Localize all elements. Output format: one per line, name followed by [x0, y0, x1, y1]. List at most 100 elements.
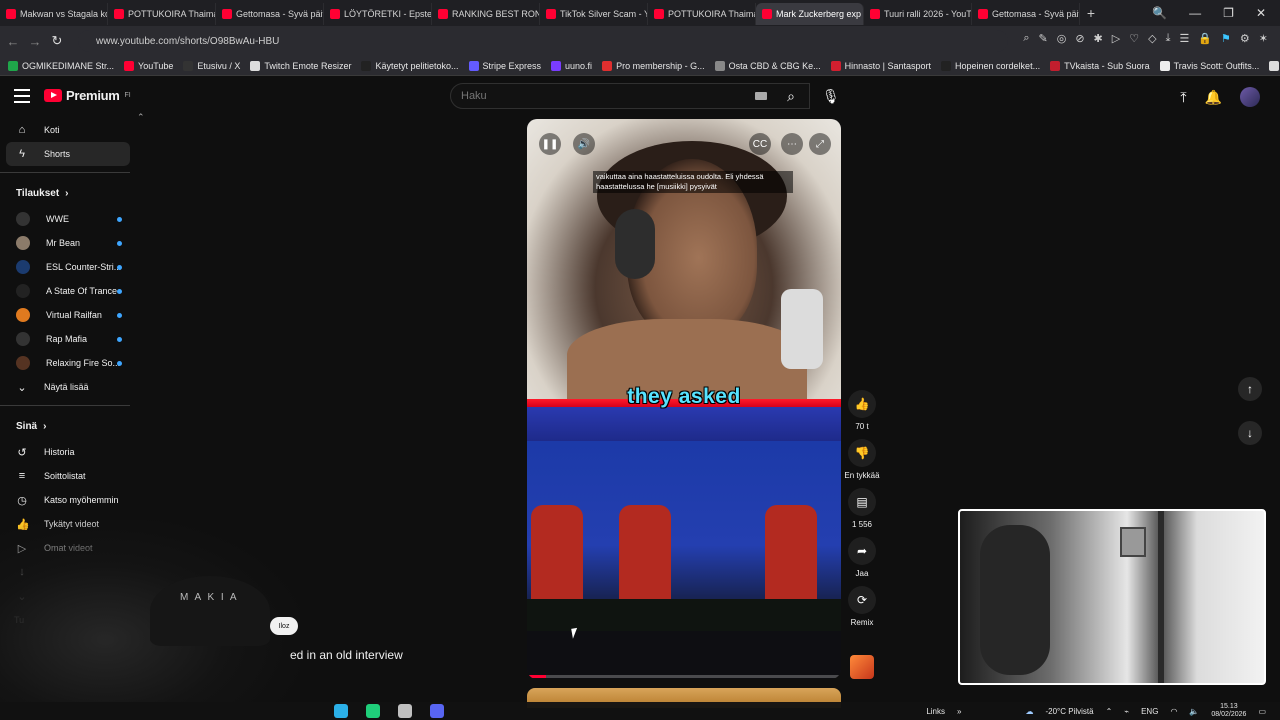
bookmark-item[interactable]: Pro membership - G...: [602, 60, 705, 71]
taskbar-app-icon[interactable]: [366, 704, 380, 718]
dislike-action[interactable]: 👎 En tykkää: [843, 439, 881, 480]
lock-icon[interactable]: 🔒: [1198, 32, 1212, 45]
bookmark-item[interactable]: uuno.fi: [551, 60, 592, 71]
volume-button[interactable]: 🔊: [573, 133, 595, 155]
subscription-item[interactable]: WWE: [0, 207, 140, 231]
links-label[interactable]: Links: [926, 707, 945, 716]
short-video-player[interactable]: vaikuttaa aina haastatteluissa oudolta. …: [527, 119, 841, 679]
minimize-button[interactable]: —: [1189, 6, 1201, 20]
thumbs-up-icon[interactable]: 👍: [848, 390, 876, 418]
remix-icon[interactable]: ⟳: [848, 586, 876, 614]
bookmark-item[interactable]: Stripe Express: [468, 60, 541, 71]
clock[interactable]: 15.13 08/02/2026: [1211, 703, 1246, 719]
browser-tab[interactable]: RANKING BEST RONALD✕: [432, 3, 540, 25]
bookmark-item[interactable]: Osta CBD & CBG Ke...: [714, 60, 821, 71]
sound-thumbnail[interactable]: [850, 655, 874, 679]
account-avatar[interactable]: [1240, 87, 1260, 107]
weather-text[interactable]: -20°C Pilvistä: [1045, 707, 1093, 716]
browser-tab[interactable]: TikTok Silver Scam - You✕: [540, 3, 648, 25]
you-heading[interactable]: Sinä ›: [0, 412, 140, 440]
volume-icon[interactable]: 🔈: [1189, 707, 1199, 716]
subscription-item[interactable]: Virtual Railfan: [0, 303, 140, 327]
previous-short-button[interactable]: ↑: [1238, 377, 1262, 401]
heart-icon[interactable]: ♡: [1129, 32, 1139, 45]
language-indicator[interactable]: ENG: [1141, 707, 1158, 716]
browser-tab[interactable]: POTTUKOIRA Thaimaa -✕: [648, 3, 756, 25]
tab-search-icon[interactable]: 🔍: [1152, 6, 1167, 20]
taskbar-app-icon[interactable]: [334, 704, 348, 718]
subscription-item[interactable]: A State Of Trance: [0, 279, 140, 303]
screenshot-icon[interactable]: ◎: [1057, 32, 1067, 45]
menu-icon[interactable]: ☰: [1179, 32, 1189, 45]
subscription-item[interactable]: ESL Counter-Stri...: [0, 255, 140, 279]
settings-icon[interactable]: ⚙: [1240, 32, 1250, 45]
url-field[interactable]: www.youtube.com/shorts/O98BwAu-HBU: [78, 30, 1008, 52]
new-tab-button[interactable]: +: [1080, 5, 1102, 21]
remix-action[interactable]: ⟳ Remix: [843, 586, 881, 627]
forward-button[interactable]: →: [24, 34, 46, 49]
show-more-button[interactable]: ⌄ Näytä lisää: [0, 375, 140, 399]
browser-tab[interactable]: Tuuri ralli 2026 - YouTube✕: [864, 3, 972, 25]
share-icon[interactable]: ➦: [848, 537, 876, 565]
like-action[interactable]: 👍 70 t: [843, 390, 881, 431]
thumbs-down-icon[interactable]: 👎: [848, 439, 876, 467]
sidebar-item-koti[interactable]: ⌂ Koti: [0, 118, 140, 142]
extension-icon[interactable]: ✱: [1094, 32, 1103, 45]
adblock-icon[interactable]: ⊘: [1075, 32, 1084, 45]
browser-tab[interactable]: LÖYTÖRETKI - Epsteinin✕: [324, 3, 432, 25]
youtube-premium-logo[interactable]: Premium FI: [44, 88, 131, 103]
tray-expand-icon[interactable]: ⌃: [1106, 707, 1113, 716]
more-options-button[interactable]: ⋯: [781, 133, 803, 155]
edit-icon[interactable]: ✎: [1039, 32, 1048, 45]
fullscreen-button[interactable]: ⤢: [809, 133, 831, 155]
subscription-item[interactable]: Rap Mafia: [0, 327, 140, 351]
cube-icon[interactable]: ◇: [1148, 32, 1156, 45]
bookmark-item[interactable]: Twitch Emote Resizer: [250, 60, 351, 71]
bookmark-item[interactable]: Travis Scott: Outfits...: [1159, 60, 1259, 71]
pause-button[interactable]: ❚❚: [539, 133, 561, 155]
sidebar-scroll-up-icon[interactable]: ⌃: [137, 112, 145, 123]
download-icon[interactable]: ⤓: [1166, 32, 1171, 45]
captions-button[interactable]: CC: [749, 133, 771, 155]
comment-icon[interactable]: ▤: [848, 488, 876, 516]
close-window-button[interactable]: ✕: [1256, 6, 1266, 20]
browser-tab[interactable]: Gettomasa - Syvä päity (✕: [216, 3, 324, 25]
reload-button[interactable]: ↻: [46, 33, 68, 49]
notifications-bell-icon[interactable]: 🔔: [1205, 89, 1222, 106]
sidebar-item-shorts[interactable]: ϟ Shorts: [6, 142, 130, 166]
browser-tab[interactable]: Makwan vs Stagala koko✕: [0, 3, 108, 25]
upload-icon[interactable]: ⤒: [1180, 89, 1186, 106]
comments-action[interactable]: ▤ 1 556: [843, 488, 881, 529]
sidebar-you-item[interactable]: ↺ Historia: [0, 440, 140, 464]
taskbar-app-icon[interactable]: [430, 704, 444, 718]
bookmark-item[interactable]: Etusivu / X: [183, 60, 240, 71]
ai-icon[interactable]: ✶: [1259, 32, 1268, 45]
browser-tab[interactable]: POTTUKOIRA Thaimaa -✕: [108, 3, 216, 25]
back-button[interactable]: ←: [2, 34, 24, 49]
bookmark-item[interactable]: Käytetyt pelitietoko...: [361, 60, 459, 71]
microphone-icon[interactable]: 🎙: [822, 88, 840, 105]
sidebar-you-item[interactable]: ◷ Katso myöhemmin: [0, 488, 140, 512]
subscriptions-heading[interactable]: Tilaukset ›: [0, 179, 140, 207]
bookmark-item[interactable]: Hinnasto | Santasport: [830, 60, 931, 71]
maximize-button[interactable]: ❐: [1223, 6, 1234, 20]
bookmark-item[interactable]: Watch Marvel's Luk...: [1269, 60, 1280, 71]
share-action[interactable]: ➦ Jaa: [843, 537, 881, 578]
taskbar-app-icon[interactable]: [398, 704, 412, 718]
bookmark-item[interactable]: OGMIKEDIMANE Str...: [8, 60, 114, 71]
search-button[interactable]: ⌕: [776, 83, 806, 109]
next-short-button[interactable]: ↓: [1238, 421, 1262, 445]
menu-hamburger-icon[interactable]: [14, 89, 30, 103]
browser-tab[interactable]: Gettomasa - Syvä päity (✕: [972, 3, 1080, 25]
wifi-icon[interactable]: ◠: [1170, 707, 1177, 716]
bookmark-item[interactable]: YouTube: [124, 60, 173, 71]
search-input[interactable]: [451, 84, 741, 108]
subscription-item[interactable]: Mr Bean: [0, 231, 140, 255]
subscription-item[interactable]: Relaxing Fire So...: [0, 351, 140, 375]
bookmark-item[interactable]: Hopeinen cordelket...: [941, 60, 1040, 71]
chevron-double-right-icon[interactable]: »: [957, 707, 961, 716]
notification-center-icon[interactable]: ▭: [1258, 707, 1266, 716]
keyboard-icon[interactable]: [755, 92, 767, 100]
video-progress-bar[interactable]: [527, 675, 841, 678]
vpn-icon[interactable]: ⚑: [1221, 32, 1231, 45]
